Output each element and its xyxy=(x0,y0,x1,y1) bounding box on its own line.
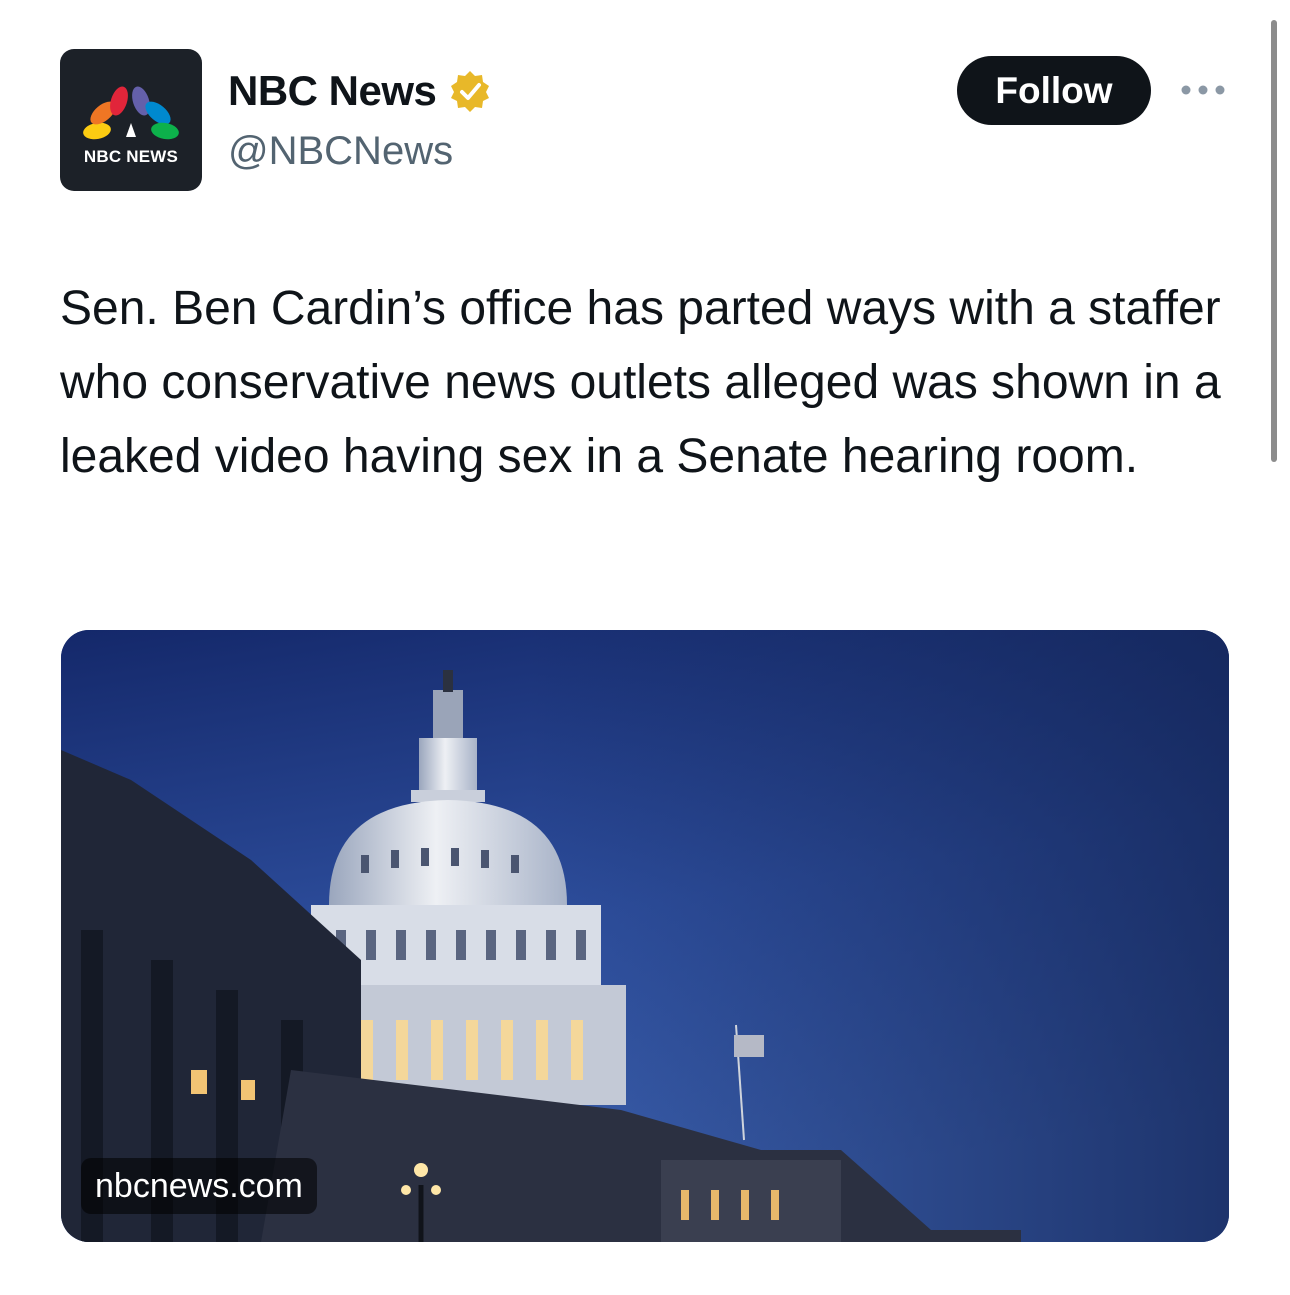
more-horizontal-icon[interactable] xyxy=(1180,80,1226,100)
author-handle[interactable]: @NBCNews xyxy=(228,126,453,176)
avatar-label: NBC NEWS xyxy=(83,147,179,166)
avatar[interactable]: NBC NEWS xyxy=(60,49,202,191)
follow-button[interactable]: Follow xyxy=(957,56,1151,125)
capitol-dome-photo xyxy=(61,630,1229,1242)
link-domain-label: nbcnews.com xyxy=(81,1158,317,1214)
tweet-text: Sen. Ben Cardin’s office has parted ways… xyxy=(60,282,1221,483)
author-name-row[interactable]: NBC News xyxy=(228,66,492,116)
author-display-name[interactable]: NBC News xyxy=(228,66,437,116)
nbc-peacock-icon xyxy=(83,86,179,140)
link-card-image[interactable]: nbcnews.com xyxy=(61,630,1229,1242)
verified-badge-icon xyxy=(451,71,490,112)
scrollbar[interactable] xyxy=(1271,20,1277,462)
